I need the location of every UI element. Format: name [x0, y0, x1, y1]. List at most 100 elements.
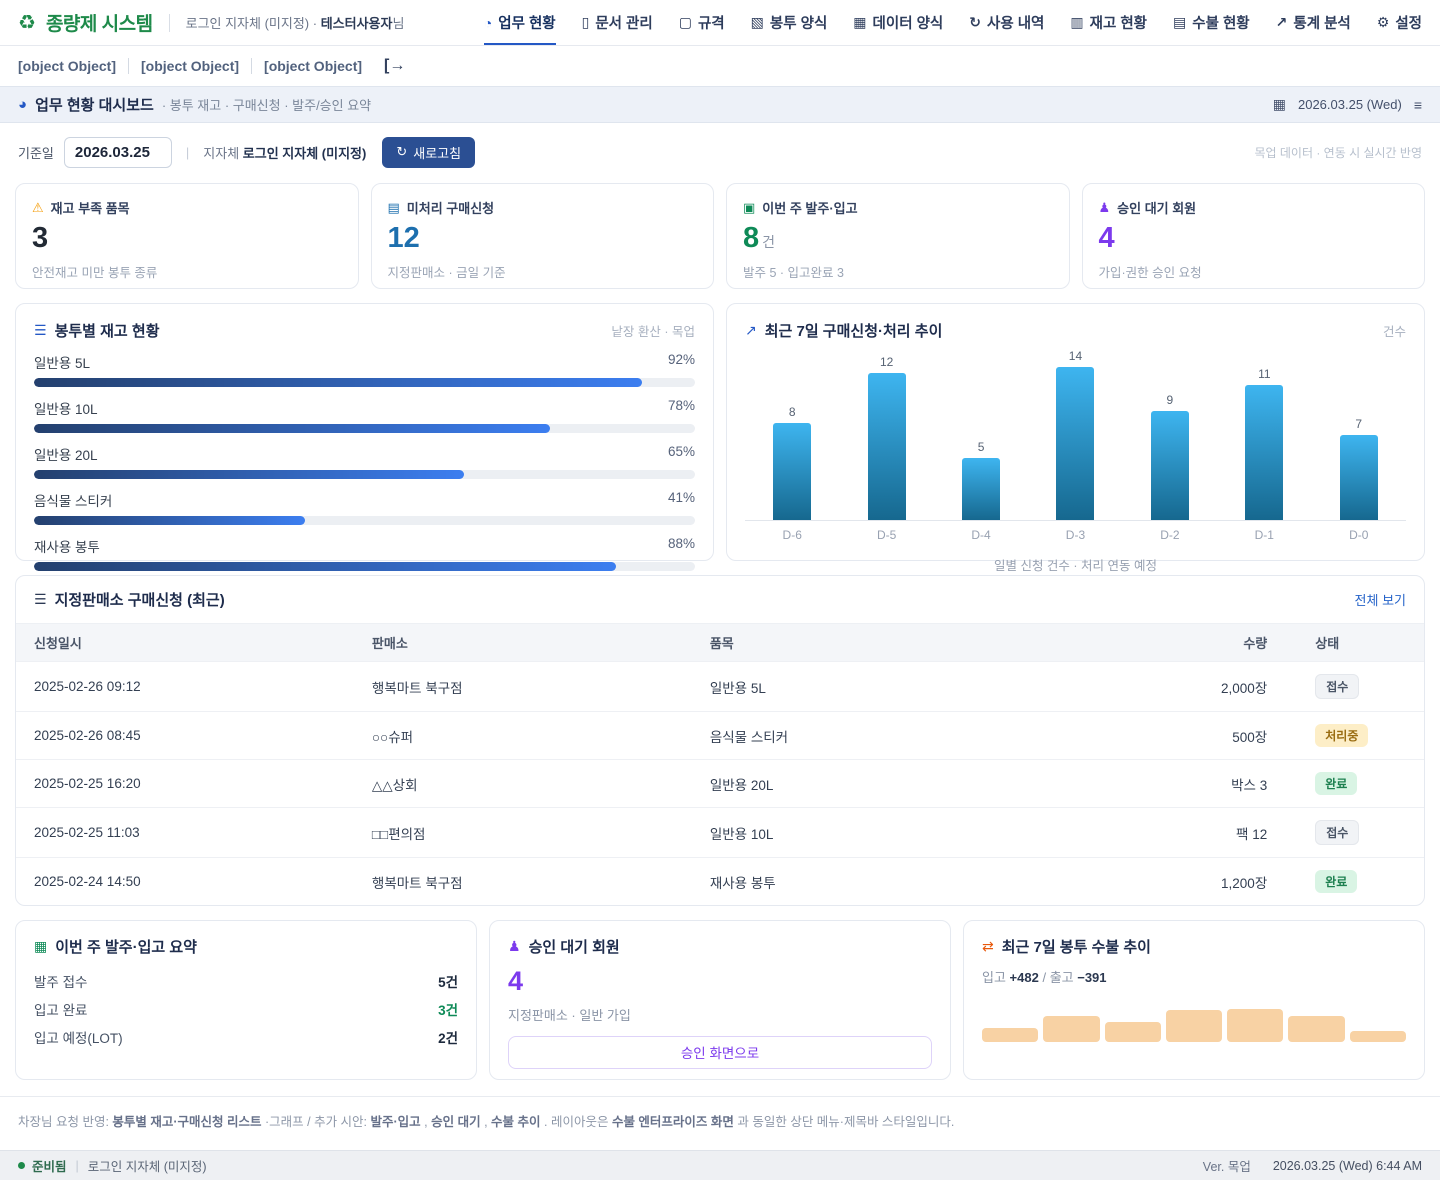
cell-store: 행복마트 북구점 — [354, 662, 692, 712]
purchase-requests-panel: ☰ 지정판매소 구매신청 (최근) 전체 보기 신청일시 판매소 품목 수량 상… — [15, 575, 1425, 906]
bar-column: 7 — [1312, 349, 1406, 520]
stock-progress-row: 일반용 5L 92% — [34, 352, 695, 387]
nav-item[interactable]: ↗ 통계 분석 — [1276, 0, 1351, 45]
cell-qty: 박스 3 — [1128, 760, 1297, 808]
view-switcher: [object Object] [object Object] [object … — [0, 46, 1440, 86]
separator: / — [1039, 970, 1050, 985]
bar-column: 8 — [745, 349, 839, 520]
progress-track — [34, 516, 695, 525]
logout-icon[interactable]: [→ — [384, 57, 405, 75]
table-row[interactable]: 2025-02-25 16:20 △△상회 일반용 20L 박스 3 완료 — [16, 760, 1424, 808]
sparkline-bar — [1288, 1016, 1344, 1042]
calendar-icon: ▦ — [1273, 96, 1286, 113]
bar — [962, 458, 1000, 520]
stock-item-label: 일반용 5L — [34, 352, 90, 372]
book-icon: ▤ — [388, 200, 400, 216]
x-axis-tick: D-3 — [1028, 528, 1122, 542]
nav-item[interactable]: ⚙ 설정 — [1377, 0, 1422, 45]
cell-qty: 2,000장 — [1128, 662, 1297, 712]
base-date-label: 기준일 — [18, 143, 54, 162]
nav-item[interactable]: ↻ 사용 내역 — [969, 0, 1044, 45]
cell-qty: 1,200장 — [1128, 858, 1297, 906]
col-header-item: 품목 — [692, 624, 1128, 662]
kpi-label: 재고 부족 품목 — [51, 198, 130, 217]
progress-track — [34, 562, 695, 571]
cell-store: △△상회 — [354, 760, 692, 808]
x-axis-tick: D-6 — [745, 528, 839, 542]
bar-value-label: 11 — [1258, 367, 1270, 381]
refresh-button[interactable]: ↻ 새로고침 — [382, 137, 475, 168]
swap-arrows-icon: ⇄ — [982, 938, 994, 955]
designer-footnote: 차장님 요청 반영: 봉투별 재고·구매신청 리스트 ·그래프 / 추가 시안:… — [0, 1096, 1440, 1144]
bar — [1151, 411, 1189, 520]
base-date-input[interactable] — [64, 137, 172, 168]
nav-item[interactable]: ◔ 업무 현황 — [484, 0, 556, 45]
nav-item[interactable]: ▢ 규격 — [679, 0, 725, 45]
nav-item[interactable]: ▯ 문서 관리 — [582, 0, 653, 45]
table-row[interactable]: 2025-02-25 11:03 □□편의점 일반용 10L 팩 12 접수 — [16, 808, 1424, 858]
summary-value: 2건 — [438, 1027, 458, 1047]
box-icon: ▢ — [679, 14, 692, 31]
authority-context: 지자체 로그인 지자체 (미지정) — [203, 143, 366, 162]
kpi-label: 미처리 구매신청 — [407, 198, 494, 217]
go-to-approval-button[interactable]: 승인 화면으로 — [508, 1036, 932, 1069]
app-title: 종량제 시스템 — [46, 9, 153, 36]
summary-label: 입고 예정(LOT) — [34, 1027, 123, 1047]
nav-item[interactable]: ▧ 봉투 양식 — [751, 0, 828, 45]
nav-item[interactable]: ▤ 수불 현황 — [1173, 0, 1250, 45]
sparkline-bar — [1227, 1009, 1283, 1042]
pending-approval-card: ♟ 승인 대기 회원 4 지정판매소 · 일반 가입 승인 화면으로 — [489, 920, 951, 1080]
cell-status: 완료 — [1297, 760, 1424, 808]
divider: | — [186, 145, 189, 160]
progress-track — [34, 424, 695, 433]
cell-item: 음식물 스티커 — [692, 712, 1128, 760]
request-trend-panel: ↗ 최근 7일 구매신청·처리 추이 건수 8 12 5 — [726, 303, 1425, 561]
nav-item[interactable]: ▦ 데이터 양식 — [853, 0, 943, 45]
status-bar: 준비됨 | 로그인 지자체 (미지정) Ver. 목업 2026.03.25 (… — [0, 1150, 1440, 1180]
cell-status: 접수 — [1297, 662, 1424, 712]
bottom-cards: ▦ 이번 주 발주·입고 요약 발주 접수 5건 입고 완료 3건 입고 예정(… — [0, 920, 1440, 1080]
status-badge: 완료 — [1315, 772, 1357, 795]
footnote-segment: 수불 추이 — [491, 1115, 540, 1129]
bar — [1340, 435, 1378, 521]
cell-store: □□편의점 — [354, 808, 692, 858]
status-badge: 완료 — [1315, 870, 1357, 893]
titlebar-date: 2026.03.25 (Wed) — [1298, 97, 1402, 112]
status-context: 로그인 지자체 (미지정) — [88, 1156, 207, 1175]
table-row[interactable]: 2025-02-24 14:50 행복마트 북구점 재사용 봉투 1,200장 … — [16, 858, 1424, 906]
sparkline-bar — [1105, 1022, 1161, 1042]
pending-count: 4 — [508, 967, 932, 997]
col-header-store: 판매소 — [354, 624, 692, 662]
truck-icon: ▣ — [743, 200, 755, 216]
view-link[interactable]: [object Object] — [251, 58, 374, 74]
nav-item[interactable]: ▥ 재고 현황 — [1070, 0, 1147, 45]
list-icon: ☰ — [34, 591, 47, 608]
x-axis-tick: D-0 — [1312, 528, 1406, 542]
x-axis-tick: D-4 — [934, 528, 1028, 542]
bar-value-label: 5 — [978, 440, 985, 454]
col-header-qty: 수량 — [1128, 624, 1297, 662]
user-check-icon: ♟ — [508, 938, 521, 955]
footnote-segment: 승인 대기 — [431, 1115, 480, 1129]
version-label: Ver. 목업 — [1203, 1156, 1251, 1175]
see-all-link[interactable]: 전체 보기 — [1355, 590, 1406, 609]
bar-column: 14 — [1028, 349, 1122, 520]
nav-item-label: 사용 내역 — [987, 12, 1044, 33]
x-axis-labels: D-6 D-5 D-4 D-3 D-2 D-1 D-0 — [745, 528, 1406, 542]
table-row[interactable]: 2025-02-26 08:45 ○○슈퍼 음식물 스티커 500장 처리중 — [16, 712, 1424, 760]
kpi-value: 3 — [32, 223, 342, 255]
table-row[interactable]: 2025-02-26 09:12 행복마트 북구점 일반용 5L 2,000장 … — [16, 662, 1424, 712]
cell-date: 2025-02-26 09:12 — [16, 662, 354, 712]
view-link[interactable]: [object Object] — [128, 58, 251, 74]
status-dot — [18, 1162, 25, 1169]
cell-status: 접수 — [1297, 808, 1424, 858]
authority-label: 지자체 — [203, 146, 239, 161]
kpi-subtext: 발주 5 · 입고완료 3 — [743, 262, 1053, 281]
view-link[interactable]: [object Object] — [18, 58, 128, 74]
sliders-icon[interactable]: ≡ — [1414, 97, 1422, 113]
bar — [773, 423, 811, 520]
user-name: 테스터사용자 — [321, 16, 393, 31]
page-subtitle: · 봉투 재고 · 구매신청 · 발주/승인 요약 — [162, 95, 371, 114]
approval-subtext: 지정판매소 · 일반 가입 — [508, 1005, 932, 1024]
table-icon: ▦ — [853, 14, 866, 31]
